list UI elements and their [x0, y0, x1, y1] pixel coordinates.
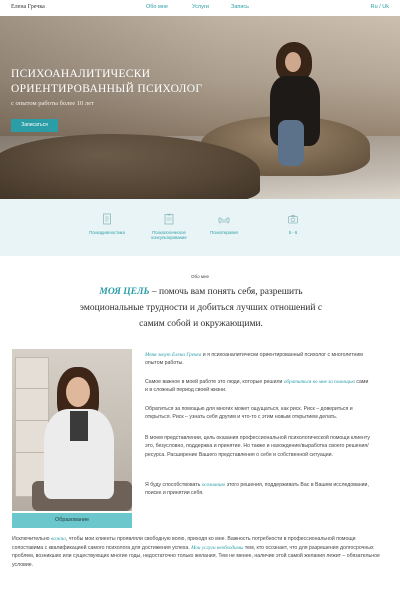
camera-icon — [288, 215, 298, 224]
brand-name[interactable]: Елена Гречка — [11, 4, 45, 10]
about-paragraph: Самое важное в моей работе это люди, кот… — [145, 378, 370, 395]
service-label: 5 - 6 — [288, 230, 298, 235]
nav-link-services[interactable]: Услуги — [192, 4, 209, 10]
mission-statement: МОЯ ЦЕЛЬ – помочь вам понять себя, разре… — [70, 284, 332, 332]
paragraph-text: Я буду способствовать — [145, 482, 202, 488]
nav-link-about[interactable]: Обо мне — [146, 4, 168, 10]
service-label: Психотерапия — [210, 230, 238, 235]
hero-title: ПСИХОАНАЛИТИЧЕСКИ ОРИЕНТИРОВАННЫЙ ПСИХОЛ… — [11, 68, 203, 95]
nav-link-booking[interactable]: Запись — [231, 4, 249, 10]
service-item-diagnostics[interactable]: Психодиагностика — [72, 213, 142, 235]
hero-subtitle: с опытом работы более 10 лет — [11, 100, 94, 107]
top-navigation-bar: Елена Гречка Обо мне Услуги Запись Ru / … — [0, 0, 400, 16]
services-strip: Психодиагностика Психологическое консуль… — [0, 199, 400, 256]
psychologist-photo — [12, 349, 132, 511]
service-label: Психодиагностика — [89, 230, 125, 235]
photo-shirt — [70, 411, 88, 441]
mission-highlight: МОЯ ЦЕЛЬ — [99, 287, 150, 297]
important-highlight: важно — [51, 536, 66, 542]
hero-overlay — [0, 16, 400, 199]
services-highlight: Мои услуги необходимы — [191, 544, 244, 551]
about-paragraph: В моем представлении, цель оказания проф… — [145, 435, 370, 458]
service-item-schedule[interactable]: 5 - 6 — [258, 213, 328, 235]
service-item-therapy[interactable]: Психотерапия — [189, 213, 259, 235]
book-appointment-button[interactable]: Записаться — [11, 119, 58, 132]
about-paragraph: Обратиться за помощью для многих может о… — [145, 406, 353, 421]
language-switcher[interactable]: Ru / Uk — [371, 4, 389, 10]
about-section-heading: Обо мне — [191, 274, 209, 279]
photo-face — [66, 377, 90, 407]
help-highlight: обратиться ко мне за помощью — [283, 379, 355, 385]
sofa-icon — [218, 217, 230, 224]
clipboard-icon — [164, 213, 174, 225]
name-highlight: Меня зовут Елена Гречка — [145, 352, 202, 358]
hero-banner: ПСИХОАНАЛИТИЧЕСКИ ОРИЕНТИРОВАННЫЙ ПСИХОЛ… — [0, 16, 400, 199]
paragraph-text: Самое важное в моей работе это люди, кот… — [145, 379, 284, 385]
document-icon — [103, 213, 111, 225]
about-paragraph: Меня зовут Елена Гречка и я психоаналити… — [145, 351, 370, 368]
about-closing-paragraph: Исключительно важно, чтобы мои клиенты п… — [12, 535, 388, 569]
about-paragraph: Я буду способствовать осознанию этого ре… — [145, 481, 370, 498]
education-button[interactable]: Образование — [12, 513, 132, 528]
awareness-highlight: осознанию — [201, 482, 226, 488]
paragraph-text: Исключительно — [12, 536, 52, 542]
